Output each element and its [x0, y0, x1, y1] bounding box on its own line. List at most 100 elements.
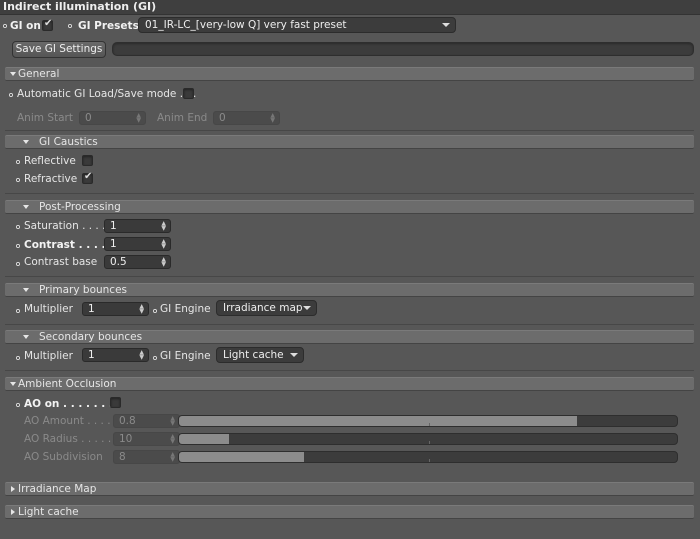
gi-on-checkbox[interactable]	[42, 18, 53, 31]
gi-settings-panel: Indirect illumination (GI) GI on GI Pres…	[0, 0, 700, 539]
triangle-down-icon	[23, 205, 29, 209]
primary-multiplier-field[interactable]: 1 ▲ ▼	[82, 302, 149, 316]
reflective-checkbox[interactable]	[82, 155, 93, 166]
secondary-engine-value: Light cache	[223, 349, 284, 361]
ao-radius-slider-fill	[179, 434, 229, 444]
slider-center-tick	[429, 423, 430, 426]
secondary-multiplier-value: 1	[88, 349, 95, 361]
contrast-field[interactable]: 1 ▲ ▼	[104, 237, 171, 251]
ao-amount-field[interactable]: 0.8 ▲ ▼	[113, 414, 180, 428]
section-ambient-occlusion[interactable]: Ambient Occlusion	[5, 377, 694, 391]
gi-on-dot-icon	[3, 24, 7, 28]
reflective-dot-icon	[16, 160, 20, 164]
refractive-label: Refractive	[24, 173, 78, 185]
primary-multiplier-label: Multiplier	[24, 303, 73, 315]
primary-multiplier-value: 1	[88, 303, 95, 315]
spinner-arrows-icon[interactable]: ▲ ▼	[170, 434, 175, 445]
spinner-arrows-icon[interactable]: ▲ ▼	[161, 257, 166, 268]
panel-title: Indirect illumination (GI)	[3, 0, 157, 13]
triangle-down-icon	[23, 288, 29, 292]
section-irradiance-map-title: Irradiance Map	[18, 483, 97, 495]
ao-subdivision-value: 8	[119, 451, 126, 463]
ao-amount-label: AO Amount . . . .	[24, 415, 111, 427]
section-gi-caustics[interactable]: GI Caustics	[5, 135, 694, 149]
triangle-down-icon	[442, 23, 450, 27]
ao-subdivision-slider[interactable]	[178, 451, 678, 463]
anim-end-value: 0	[219, 112, 226, 124]
gi-presets-label: GI Presets	[78, 20, 139, 32]
secondary-multiplier-dot-icon	[16, 356, 20, 360]
triangle-down-icon	[10, 72, 16, 76]
spinner-arrows-icon[interactable]: ▲ ▼	[270, 113, 275, 124]
spinner-arrows-icon[interactable]: ▲ ▼	[139, 304, 144, 315]
section-general[interactable]: General	[5, 67, 694, 81]
triangle-down-icon	[23, 140, 29, 144]
ao-subdivision-label: AO Subdivision	[24, 451, 103, 463]
auto-gi-label: Automatic GI Load/Save mode . . .	[17, 88, 197, 100]
ao-amount-value: 0.8	[119, 415, 136, 427]
secondary-engine-dropdown[interactable]: Light cache	[216, 347, 304, 363]
auto-gi-dot-icon	[9, 93, 13, 97]
section-secondary-bounces-title: Secondary bounces	[39, 331, 143, 343]
gi-presets-dropdown[interactable]: 01_IR-LC_[very-low Q] very fast preset	[138, 17, 456, 33]
section-primary-bounces-title: Primary bounces	[39, 284, 128, 296]
ao-subdivision-field[interactable]: 8 ▲ ▼	[113, 450, 180, 464]
spinner-arrows-icon[interactable]: ▲ ▼	[161, 221, 166, 232]
ao-amount-slider[interactable]	[178, 415, 678, 427]
ao-on-dot-icon	[16, 403, 20, 407]
spinner-arrows-icon[interactable]: ▲ ▼	[170, 452, 175, 463]
presets-dot-icon	[68, 24, 72, 28]
anim-end-field[interactable]: 0 ▲ ▼	[213, 111, 280, 125]
refractive-checkbox[interactable]	[82, 171, 93, 184]
disclosure-triangle-icon	[11, 509, 15, 515]
section-irradiance-map[interactable]: Irradiance Map	[5, 482, 694, 496]
primary-engine-dropdown[interactable]: Irradiance map	[216, 300, 317, 316]
divider	[5, 370, 694, 371]
section-primary-bounces[interactable]: Primary bounces	[5, 283, 694, 297]
ao-subdivision-slider-fill	[179, 452, 304, 462]
ao-on-checkbox[interactable]	[110, 397, 121, 408]
ao-radius-label: AO Radius . . . . .	[24, 433, 112, 445]
spinner-arrows-icon[interactable]: ▲ ▼	[161, 239, 166, 250]
save-path-field[interactable]	[112, 42, 694, 56]
ao-amount-slider-fill	[179, 416, 578, 426]
divider	[5, 130, 694, 131]
ao-radius-field[interactable]: 10 ▲ ▼	[113, 432, 180, 446]
saturation-value: 1	[110, 220, 117, 232]
save-gi-settings-button[interactable]: Save GI Settings	[12, 41, 106, 58]
contrast-base-value: 0.5	[110, 256, 127, 268]
contrast-base-field[interactable]: 0.5 ▲ ▼	[104, 255, 171, 269]
slider-center-tick	[429, 459, 430, 462]
primary-engine-label: GI Engine	[160, 303, 211, 315]
ao-radius-slider[interactable]	[178, 433, 678, 445]
auto-gi-checkbox[interactable]	[183, 88, 194, 99]
primary-engine-dot-icon	[153, 309, 157, 313]
saturation-label: Saturation . . . .	[24, 220, 106, 232]
spinner-arrows-icon[interactable]: ▲ ▼	[170, 416, 175, 427]
section-post-processing[interactable]: Post-Processing	[5, 200, 694, 214]
spinner-arrows-icon[interactable]: ▲ ▼	[136, 113, 141, 124]
anim-start-label: Anim Start	[17, 112, 73, 124]
panel-title-bar: Indirect illumination (GI)	[0, 0, 700, 15]
spinner-arrows-icon[interactable]: ▲ ▼	[139, 350, 144, 361]
section-ambient-occlusion-title: Ambient Occlusion	[18, 378, 117, 390]
contrast-label: Contrast . . . . .	[24, 239, 114, 251]
contrast-dot-icon	[16, 244, 20, 248]
section-gi-caustics-title: GI Caustics	[39, 136, 98, 148]
secondary-multiplier-field[interactable]: 1 ▲ ▼	[82, 348, 149, 362]
triangle-down-icon	[23, 335, 29, 339]
primary-engine-value: Irradiance map	[223, 302, 303, 314]
section-secondary-bounces[interactable]: Secondary bounces	[5, 330, 694, 344]
saturation-field[interactable]: 1 ▲ ▼	[104, 219, 171, 233]
refractive-dot-icon	[16, 178, 20, 182]
gi-presets-value: 01_IR-LC_[very-low Q] very fast preset	[145, 19, 347, 31]
ao-on-label: AO on . . . . . . . .	[24, 398, 121, 410]
divider	[5, 276, 694, 277]
divider	[5, 193, 694, 194]
section-light-cache[interactable]: Light cache	[5, 505, 694, 519]
anim-end-label: Anim End	[157, 112, 208, 124]
contrast-base-label: Contrast base	[24, 256, 98, 268]
anim-start-field[interactable]: 0 ▲ ▼	[79, 111, 146, 125]
saturation-dot-icon	[16, 225, 20, 229]
primary-multiplier-dot-icon	[16, 309, 20, 313]
